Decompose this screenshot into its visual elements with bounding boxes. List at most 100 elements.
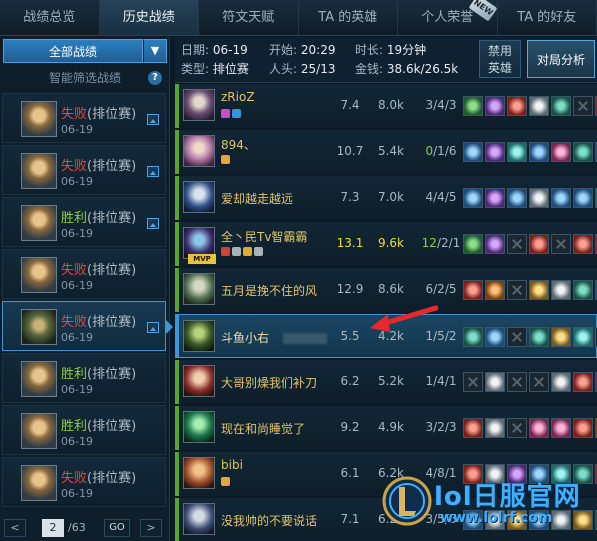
player-score: 9.2 xyxy=(340,420,360,434)
match-summary: 日期: 06-19 开始: 20:29 时长: 19分钟 类型: 排位赛 人头:… xyxy=(175,37,597,83)
empty-slot-icon xyxy=(507,234,527,254)
tab-runes[interactable]: 符文天赋 xyxy=(199,0,299,35)
summary-gold: 金钱: 38.6k/26.5k xyxy=(355,62,459,76)
champion-thumbnail xyxy=(21,309,57,345)
player-name[interactable]: 大哥别燥我们补刀 xyxy=(221,374,317,391)
screenshot-icon[interactable] xyxy=(147,166,159,177)
summary-type: 类型: 排位赛 xyxy=(181,62,249,76)
player-row[interactable]: 大哥别燥我们补刀 6.2 5.2k 1/4/1 xyxy=(175,360,597,404)
champion-thumbnail xyxy=(21,205,57,241)
player-row[interactable]: zRioZ 7.4 8.0k 3/4/3 xyxy=(175,84,597,128)
match-result: 失败(排位赛) xyxy=(61,263,137,278)
summary-duration: 时长: 19分钟 xyxy=(355,43,427,57)
player-row[interactable]: 爱却越走越远 7.3 7.0k 4/4/5 xyxy=(175,176,597,220)
pagination: < 2 /63 GO > xyxy=(0,517,170,541)
player-name[interactable]: 五月是挽不住的风 xyxy=(221,282,317,299)
item-icon xyxy=(485,418,505,438)
champion-avatar: MVP xyxy=(183,227,216,264)
match-result: 失败(排位赛) xyxy=(61,159,137,174)
next-page-button[interactable]: > xyxy=(140,519,162,537)
filter-dropdown[interactable]: 全部战绩 ▼ xyxy=(3,39,167,63)
tab-friends[interactable]: TA 的好友 xyxy=(498,0,597,35)
item-icon xyxy=(463,142,483,162)
tab-friends-label: TA 的好友 xyxy=(517,10,577,25)
match-item[interactable]: 胜利(排位赛) 06-19 xyxy=(2,197,166,247)
top-tab-bar: 战绩总览 历史战绩 符文天赋 TA 的英雄 个人荣誉 NEW TA 的好友 xyxy=(0,0,597,36)
item-icon xyxy=(485,142,505,162)
match-result: 失败(排位赛) xyxy=(61,471,137,486)
empty-slot-icon xyxy=(529,372,549,392)
item-icon xyxy=(573,234,593,254)
tab-history-label: 历史战绩 xyxy=(122,10,175,25)
filter-select[interactable]: 全部战绩 xyxy=(3,39,143,63)
item-slots xyxy=(463,234,597,254)
player-name[interactable]: 没我帅的不要说话 xyxy=(221,512,317,529)
champion-avatar xyxy=(183,365,215,397)
item-icon xyxy=(529,96,549,116)
item-icon xyxy=(529,142,549,162)
item-icon xyxy=(507,188,527,208)
item-icon xyxy=(573,327,593,347)
item-slots xyxy=(463,142,597,162)
page-number-input[interactable]: 2 xyxy=(42,519,64,537)
screenshot-icon[interactable] xyxy=(147,322,159,333)
player-gold: 9.6k xyxy=(377,236,405,250)
player-score: 7.3 xyxy=(340,190,360,204)
mvp-badge: MVP xyxy=(188,254,216,264)
summary-kills: 人头: 25/13 xyxy=(269,62,336,76)
champion-avatar xyxy=(183,181,215,213)
item-icon xyxy=(463,188,483,208)
banned-champions-button[interactable]: 禁用 英雄 xyxy=(479,40,521,78)
player-name[interactable]: zRioZ xyxy=(221,90,255,104)
player-name[interactable]: 斗鱼小右 xyxy=(221,329,328,346)
match-item[interactable]: 胜利(排位赛) 06-19 xyxy=(2,405,166,455)
player-name[interactable]: 全丶民Tv智霸霸 xyxy=(221,228,307,245)
empty-slot-icon xyxy=(551,234,571,254)
player-row[interactable]: MVP 全丶民Tv智霸霸 13.1 9.6k 12/2/1 xyxy=(175,222,597,266)
match-result: 胜利(排位赛) xyxy=(61,367,137,382)
tab-honors[interactable]: 个人荣誉 NEW xyxy=(398,0,498,35)
player-gold: 8.6k xyxy=(377,282,405,296)
player-row[interactable]: 现在和尚睡觉了 9.2 4.9k 3/2/3 xyxy=(175,406,597,450)
empty-slot-icon xyxy=(507,418,527,438)
match-history-sidebar: 全部战绩 ▼ 智能筛选战绩 ? 失败(排位赛) 06-19 失败(排位赛) 06… xyxy=(0,37,173,541)
tab-champions[interactable]: TA 的英雄 xyxy=(299,0,398,35)
prev-page-button[interactable]: < xyxy=(4,519,26,537)
tab-honors-label: 个人荣誉 xyxy=(421,10,474,25)
player-name[interactable]: 现在和尚睡觉了 xyxy=(221,420,305,437)
empty-slot-icon xyxy=(463,372,483,392)
item-icon xyxy=(485,327,505,347)
item-icon xyxy=(485,96,505,116)
match-item[interactable]: 失败(排位赛) 06-19 xyxy=(2,249,166,299)
player-name[interactable]: 894、 xyxy=(221,136,256,153)
champion-avatar xyxy=(183,411,215,443)
tab-overview[interactable]: 战绩总览 xyxy=(0,0,100,35)
screenshot-icon[interactable] xyxy=(147,114,159,125)
match-date: 06-19 xyxy=(61,227,93,240)
player-name[interactable]: 爱却越走越远 xyxy=(221,190,293,207)
match-item-selected[interactable]: 失败(排位赛) 06-19 xyxy=(2,301,173,351)
screenshot-icon[interactable] xyxy=(147,218,159,229)
player-name[interactable]: bibi xyxy=(221,458,243,472)
smart-filter-label: 智能筛选战绩 xyxy=(48,71,121,85)
item-icon xyxy=(573,142,593,162)
annotation-arrow-icon xyxy=(370,305,438,332)
match-item[interactable]: 失败(排位赛) 06-19 xyxy=(2,145,166,195)
player-row[interactable]: 894、 10.7 5.4k 0/1/6 xyxy=(175,130,597,174)
chevron-down-icon[interactable]: ▼ xyxy=(143,39,167,63)
match-analysis-button[interactable]: 对局分析 xyxy=(527,40,595,78)
player-badges xyxy=(221,477,230,487)
watermark: lol日服官网 www.lolrf.com xyxy=(378,472,597,541)
match-date: 06-19 xyxy=(61,175,93,188)
match-item[interactable]: 失败(排位赛) 06-19 xyxy=(2,93,166,143)
item-icon xyxy=(463,327,483,347)
match-item[interactable]: 失败(排位赛) 06-19 xyxy=(2,457,166,507)
match-item[interactable]: 胜利(排位赛) 06-19 xyxy=(2,353,166,403)
help-icon[interactable]: ? xyxy=(148,71,162,85)
match-result: 胜利(排位赛) xyxy=(61,211,137,226)
empty-slot-icon xyxy=(507,280,527,300)
player-score: 13.1 xyxy=(336,236,364,250)
tab-history[interactable]: 历史战绩 xyxy=(99,0,199,35)
smart-filter-link[interactable]: 智能筛选战绩 ? xyxy=(0,67,170,89)
go-button[interactable]: GO xyxy=(104,519,130,537)
